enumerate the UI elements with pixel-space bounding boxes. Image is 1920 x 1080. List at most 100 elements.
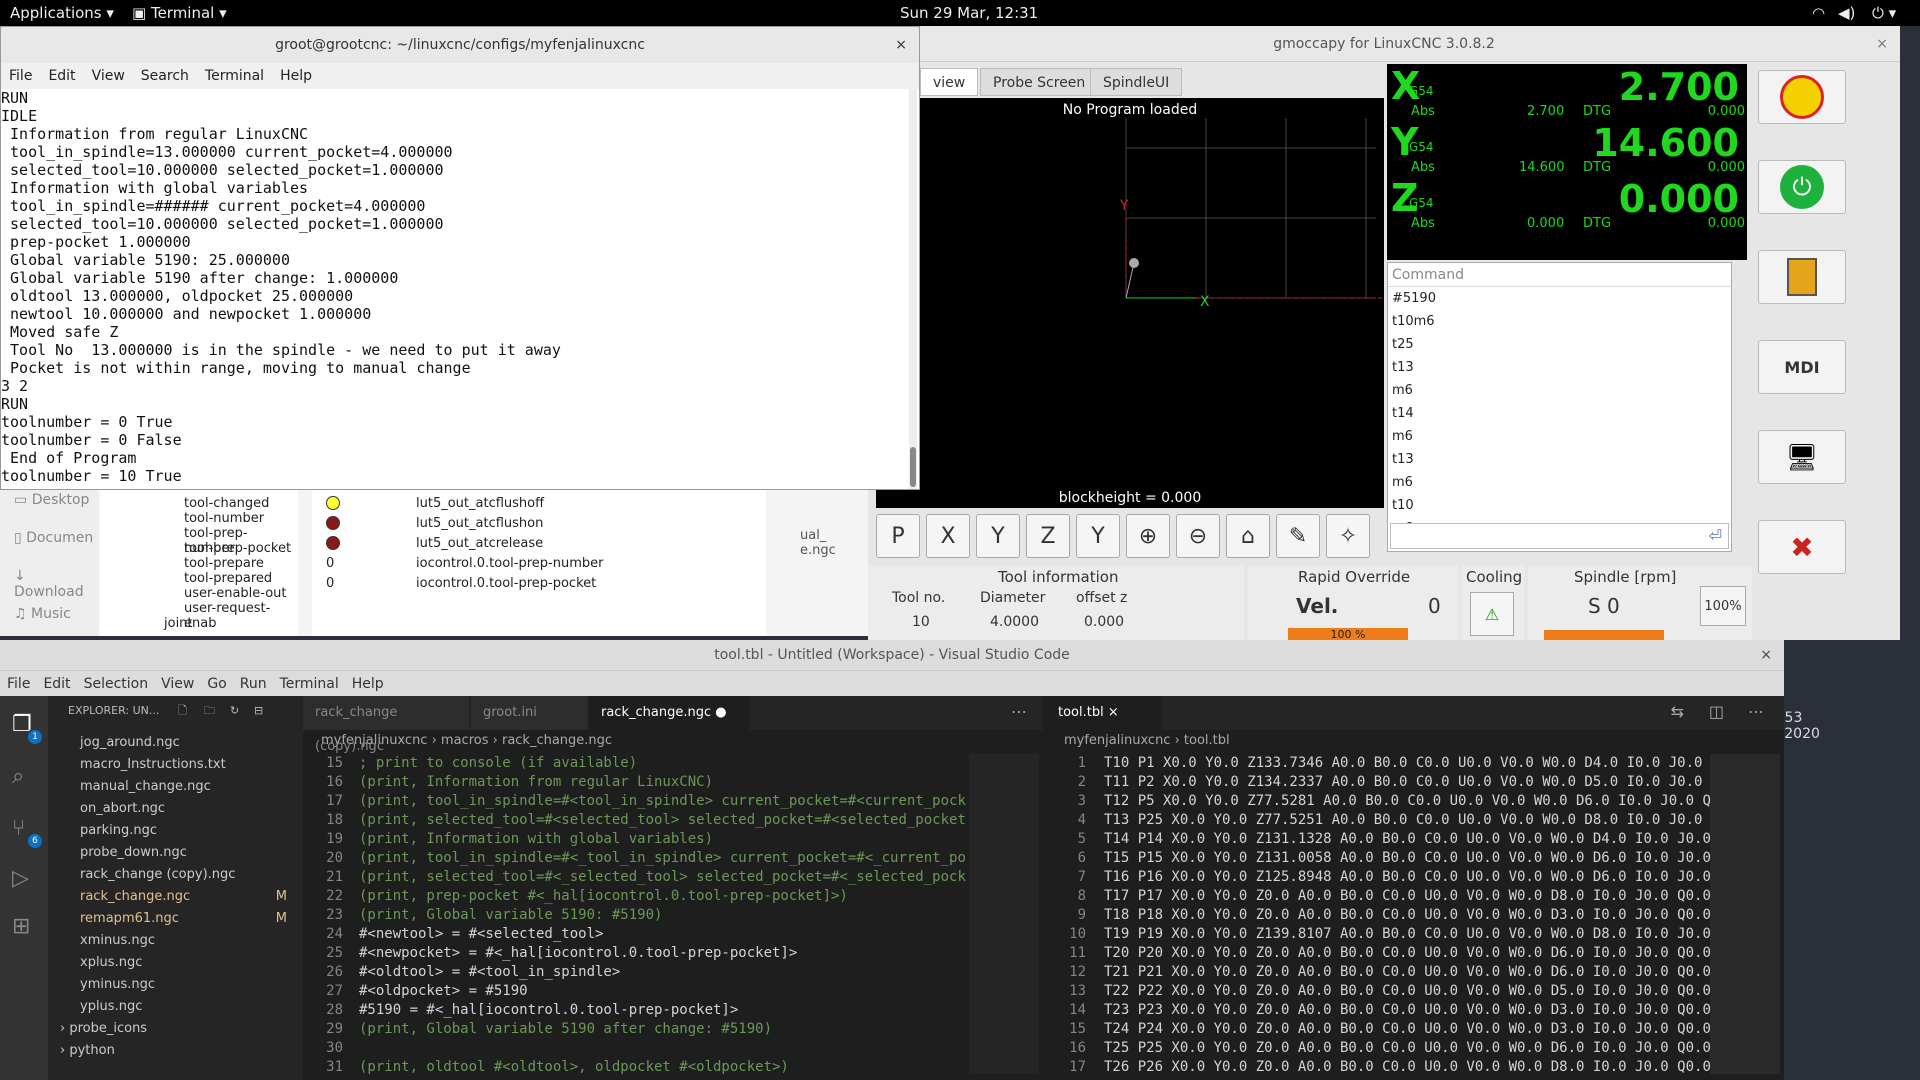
command-item[interactable]: t10m6 bbox=[1388, 310, 1731, 333]
code-line[interactable]: 18 (print, selected_tool=#<selected_tool>… bbox=[303, 811, 966, 830]
explorer-file[interactable]: manual_change.ngc bbox=[48, 776, 303, 798]
coolant-toggle-icon[interactable]: ⚠ bbox=[1470, 592, 1514, 636]
menu-view[interactable]: View bbox=[92, 68, 125, 84]
enter-icon[interactable]: ⏎ bbox=[1709, 526, 1722, 545]
code-line[interactable]: 19 (print, Information with global variab… bbox=[303, 830, 953, 849]
machine-on-button[interactable]: ⏻ bbox=[1758, 160, 1846, 214]
hal-pin-tree[interactable]: tool-changed tool-number tool-prep-numbe… bbox=[100, 488, 298, 636]
close-icon[interactable]: × bbox=[1760, 640, 1772, 670]
close-icon[interactable]: × bbox=[1108, 705, 1119, 720]
tree-item[interactable]: tool-number bbox=[184, 511, 264, 526]
zoom-out-icon[interactable]: ⊖ bbox=[1176, 514, 1220, 558]
tab-rack-change-copy[interactable]: rack_change (copy).ngc bbox=[303, 696, 469, 754]
explorer-file[interactable]: rack_change.ngc M bbox=[48, 886, 303, 908]
minimap[interactable] bbox=[969, 754, 1039, 1074]
code-line[interactable]: 8 T17 P17 X0.0 Y0.0 Z0.0 A0.0 B0.0 C0.0 U… bbox=[1046, 887, 1711, 906]
code-line[interactable]: 17 (print, tool_in_spindle=#<tool_in_spin… bbox=[303, 792, 966, 811]
code-line[interactable]: 29 (print, Global variable 5190 after cha… bbox=[303, 1020, 953, 1039]
menu-go[interactable]: Go bbox=[207, 676, 226, 692]
explorer-file[interactable]: parking.ngc bbox=[48, 820, 303, 842]
menu-selection[interactable]: Selection bbox=[84, 676, 149, 692]
clear-view-icon[interactable]: ⌂ bbox=[1226, 514, 1270, 558]
menu-edit[interactable]: Edit bbox=[48, 68, 75, 84]
menu-file[interactable]: File bbox=[7, 676, 30, 692]
code-line[interactable]: 10 T19 P19 X0.0 Y0.0 Z139.8107 A0.0 B0.0 … bbox=[1046, 925, 1711, 944]
settings-button[interactable]: ✖ bbox=[1758, 520, 1846, 574]
code-line[interactable]: 9 T18 P18 X0.0 Y0.0 Z0.0 A0.0 B0.0 C0.0 U… bbox=[1046, 906, 1711, 925]
pencil-icon[interactable]: ✎ bbox=[1276, 514, 1320, 558]
terminal-scrollbar[interactable] bbox=[909, 89, 917, 489]
code-line[interactable]: 11 T20 P20 X0.0 Y0.0 Z0.0 A0.0 B0.0 C0.0 … bbox=[1046, 944, 1711, 963]
close-icon[interactable]: × bbox=[1876, 26, 1888, 62]
code-line[interactable]: 25 #<newpocket> = #<_hal[iocontrol.0.tool… bbox=[303, 944, 953, 963]
tab-spindleui[interactable]: SpindleUI bbox=[1090, 68, 1183, 96]
code-line[interactable]: 1 T10 P1 X0.0 Y0.0 Z133.7346 A0.0 B0.0 C0… bbox=[1046, 754, 1703, 773]
minimap[interactable] bbox=[1710, 754, 1780, 1074]
tree-item[interactable]: user-request-enab bbox=[184, 601, 298, 631]
menu-view[interactable]: View bbox=[161, 676, 194, 692]
code-line[interactable]: 13 T22 P22 X0.0 Y0.0 Z0.0 A0.0 B0.0 C0.0 … bbox=[1046, 982, 1711, 1001]
menu-help[interactable]: Help bbox=[352, 676, 384, 692]
explorer-file[interactable]: on_abort.ngc bbox=[48, 798, 303, 820]
manual-mode-button[interactable] bbox=[1758, 250, 1846, 304]
estop-button[interactable] bbox=[1758, 70, 1846, 124]
applications-menu[interactable]: Applications ▾ bbox=[10, 4, 114, 22]
compare-icon[interactable]: ⇆ bbox=[1671, 702, 1684, 721]
more-actions-icon[interactable]: ⋯ bbox=[1011, 702, 1027, 721]
command-item[interactable]: t25 bbox=[1388, 333, 1731, 356]
command-history[interactable]: Command #5190 t10m6 t25 t13 m6 t14 m6 t1… bbox=[1387, 262, 1732, 552]
view-x-button[interactable]: X bbox=[926, 514, 970, 558]
spindle-override-slider[interactable] bbox=[1544, 630, 1664, 640]
menu-edit[interactable]: Edit bbox=[43, 676, 70, 692]
command-item[interactable]: m6 bbox=[1388, 471, 1731, 494]
menu-terminal[interactable]: Terminal bbox=[205, 68, 264, 84]
search-icon[interactable]: ⌕ bbox=[12, 764, 24, 789]
source-control-icon[interactable]: ⑂ bbox=[12, 816, 25, 841]
terminal-app-menu[interactable]: ▣ Terminal ▾ bbox=[132, 4, 227, 22]
power-icon[interactable]: ⏻ ▾ bbox=[1872, 4, 1896, 22]
command-item[interactable]: #5190 bbox=[1388, 287, 1731, 310]
tab-rack-change[interactable]: rack_change.ngc ● bbox=[589, 696, 749, 730]
tree-item[interactable]: tool-prepare bbox=[184, 556, 264, 571]
tab-probe-screen[interactable]: Probe Screen bbox=[980, 68, 1099, 96]
command-item[interactable]: t14 bbox=[1388, 402, 1731, 425]
more-actions-icon[interactable]: ⋯ bbox=[1748, 702, 1764, 721]
menu-file[interactable]: File bbox=[9, 68, 32, 84]
sidebar-item-documents[interactable]: ▯ Documen bbox=[14, 530, 93, 546]
explorer-file[interactable]: › probe_icons bbox=[48, 1018, 303, 1040]
code-line[interactable]: 31 (print, oldtool #<oldtool>, oldpocket … bbox=[303, 1058, 953, 1077]
view-p-button[interactable]: P bbox=[876, 514, 920, 558]
sidebar-item-downloads[interactable]: ↓ Download bbox=[14, 568, 98, 600]
tab-tool-tbl[interactable]: tool.tbl × bbox=[1046, 696, 1162, 730]
command-item[interactable]: t13 bbox=[1388, 356, 1731, 379]
menu-run[interactable]: Run bbox=[240, 676, 267, 692]
sidebar-item-desktop[interactable]: ▭ Desktop bbox=[14, 492, 89, 508]
mdi-input[interactable]: ⏎ bbox=[1390, 523, 1729, 549]
code-line[interactable]: 26 #<oldtool> = #<tool_in_spindle> bbox=[303, 963, 953, 982]
code-line[interactable]: 24 #<newtool> = #<selected_tool> bbox=[303, 925, 953, 944]
explorer-file[interactable]: jog_around.ngc bbox=[48, 732, 303, 754]
view-z-button[interactable]: Z bbox=[1026, 514, 1070, 558]
auto-mode-button[interactable]: 🖥 bbox=[1758, 430, 1846, 484]
code-line[interactable]: 14 T23 P23 X0.0 Y0.0 Z0.0 A0.0 B0.0 C0.0 … bbox=[1046, 1001, 1711, 1020]
code-line[interactable]: 21 (print, selected_tool=#<_selected_tool… bbox=[303, 868, 966, 887]
code-line[interactable]: 3 T12 P5 X0.0 Y0.0 Z77.5281 A0.0 B0.0 C0.… bbox=[1046, 792, 1711, 811]
explorer-file[interactable]: remapm61.ngc M bbox=[48, 908, 303, 930]
spindle-override-button[interactable]: 100% bbox=[1700, 586, 1746, 626]
collapse-icon[interactable]: ⊟ bbox=[254, 696, 263, 726]
code-line[interactable]: 17 T26 P26 X0.0 Y0.0 Z0.0 A0.0 B0.0 C0.0 … bbox=[1046, 1058, 1711, 1077]
view-y2-button[interactable]: Y bbox=[1076, 514, 1120, 558]
explorer-file[interactable]: probe_down.ngc bbox=[48, 842, 303, 864]
explorer-file[interactable]: xminus.ngc bbox=[48, 930, 303, 952]
explorer-file[interactable]: rack_change (copy).ngc bbox=[48, 864, 303, 886]
sidebar-item-music[interactable]: ♫ Music bbox=[14, 606, 71, 622]
tree-item[interactable]: tool-prep-pocket bbox=[184, 541, 291, 556]
extensions-icon[interactable]: ⊞ bbox=[12, 914, 30, 939]
code-line[interactable]: 28 #5190 = #<_hal[iocontrol.0.tool-prep-p… bbox=[303, 1001, 953, 1020]
run-debug-icon[interactable]: ▷ bbox=[12, 866, 29, 891]
command-item[interactable]: t13 bbox=[1388, 448, 1731, 471]
code-line[interactable]: 7 T16 P16 X0.0 Y0.0 Z125.8948 A0.0 B0.0 C… bbox=[1046, 868, 1711, 887]
tree-item[interactable]: tool-changed bbox=[184, 496, 269, 511]
broom-icon[interactable]: ✧ bbox=[1326, 514, 1370, 558]
command-item[interactable]: m6 bbox=[1388, 379, 1731, 402]
